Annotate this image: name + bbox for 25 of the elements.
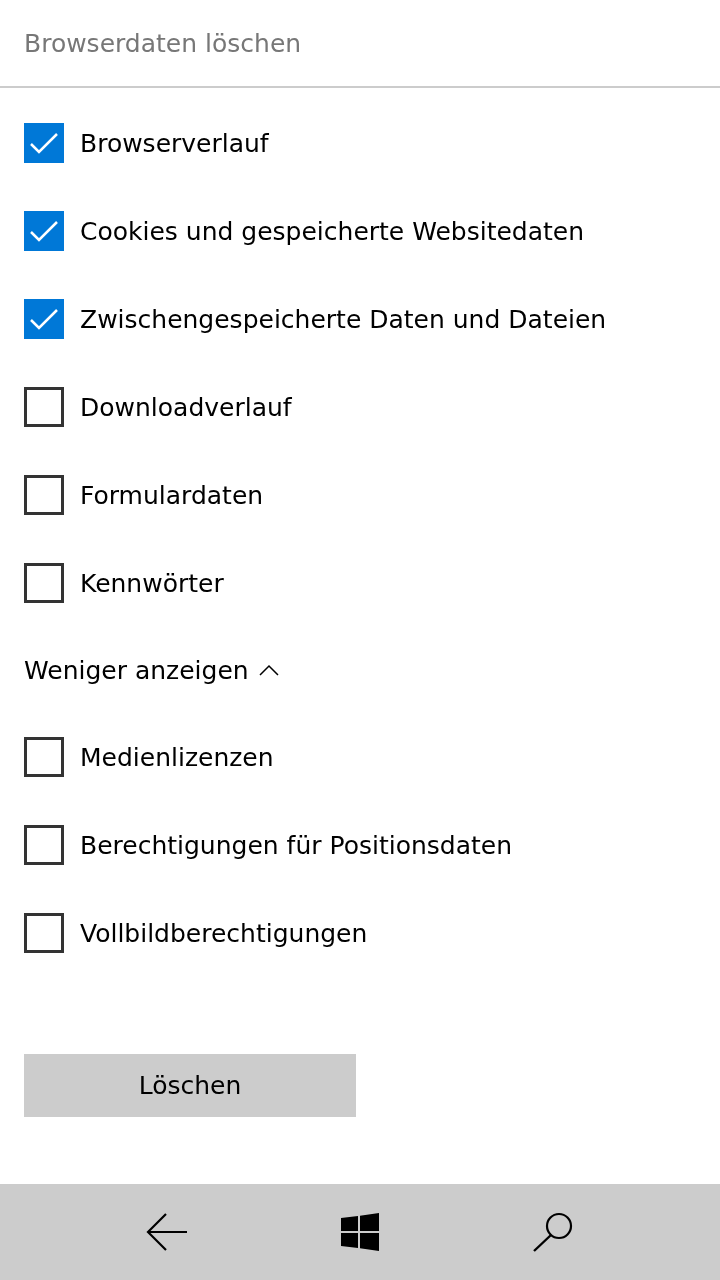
checkbox-label: Browserverlauf xyxy=(80,128,269,158)
checkbox-label: Zwischengespeicherte Daten und Dateien xyxy=(80,304,607,334)
back-icon[interactable] xyxy=(146,1213,189,1251)
checkbox[interactable] xyxy=(24,825,64,865)
checkbox-label: Formulardaten xyxy=(80,480,264,510)
checkbox-label: Medienlizenzen xyxy=(80,742,274,772)
checkbox-label: Kennwörter xyxy=(80,568,224,598)
checkbox[interactable] xyxy=(24,913,64,953)
windows-logo-icon[interactable] xyxy=(341,1213,379,1251)
show-less-toggle[interactable]: Weniger anzeigen xyxy=(0,627,279,713)
checkbox[interactable] xyxy=(24,737,64,777)
checkbox-label: Downloadverlauf xyxy=(80,392,292,422)
checkbox[interactable] xyxy=(24,211,64,251)
checkbox[interactable] xyxy=(24,387,64,427)
search-icon[interactable] xyxy=(531,1211,574,1253)
page-title: Browserdaten löschen xyxy=(24,28,302,58)
caret-icon xyxy=(258,664,279,676)
checkbox-label: Vollbildberechtigungen xyxy=(80,918,368,948)
checkbox[interactable] xyxy=(24,123,64,163)
checkbox[interactable] xyxy=(24,563,64,603)
checkbox[interactable] xyxy=(24,299,64,339)
clear-button[interactable]: Löschen xyxy=(24,1054,356,1117)
checkbox[interactable] xyxy=(24,475,64,515)
checkbox-label: Berechtigungen für Positionsdaten xyxy=(80,830,513,860)
checkbox-label: Cookies und gespeicherte Websitedaten xyxy=(80,216,585,246)
